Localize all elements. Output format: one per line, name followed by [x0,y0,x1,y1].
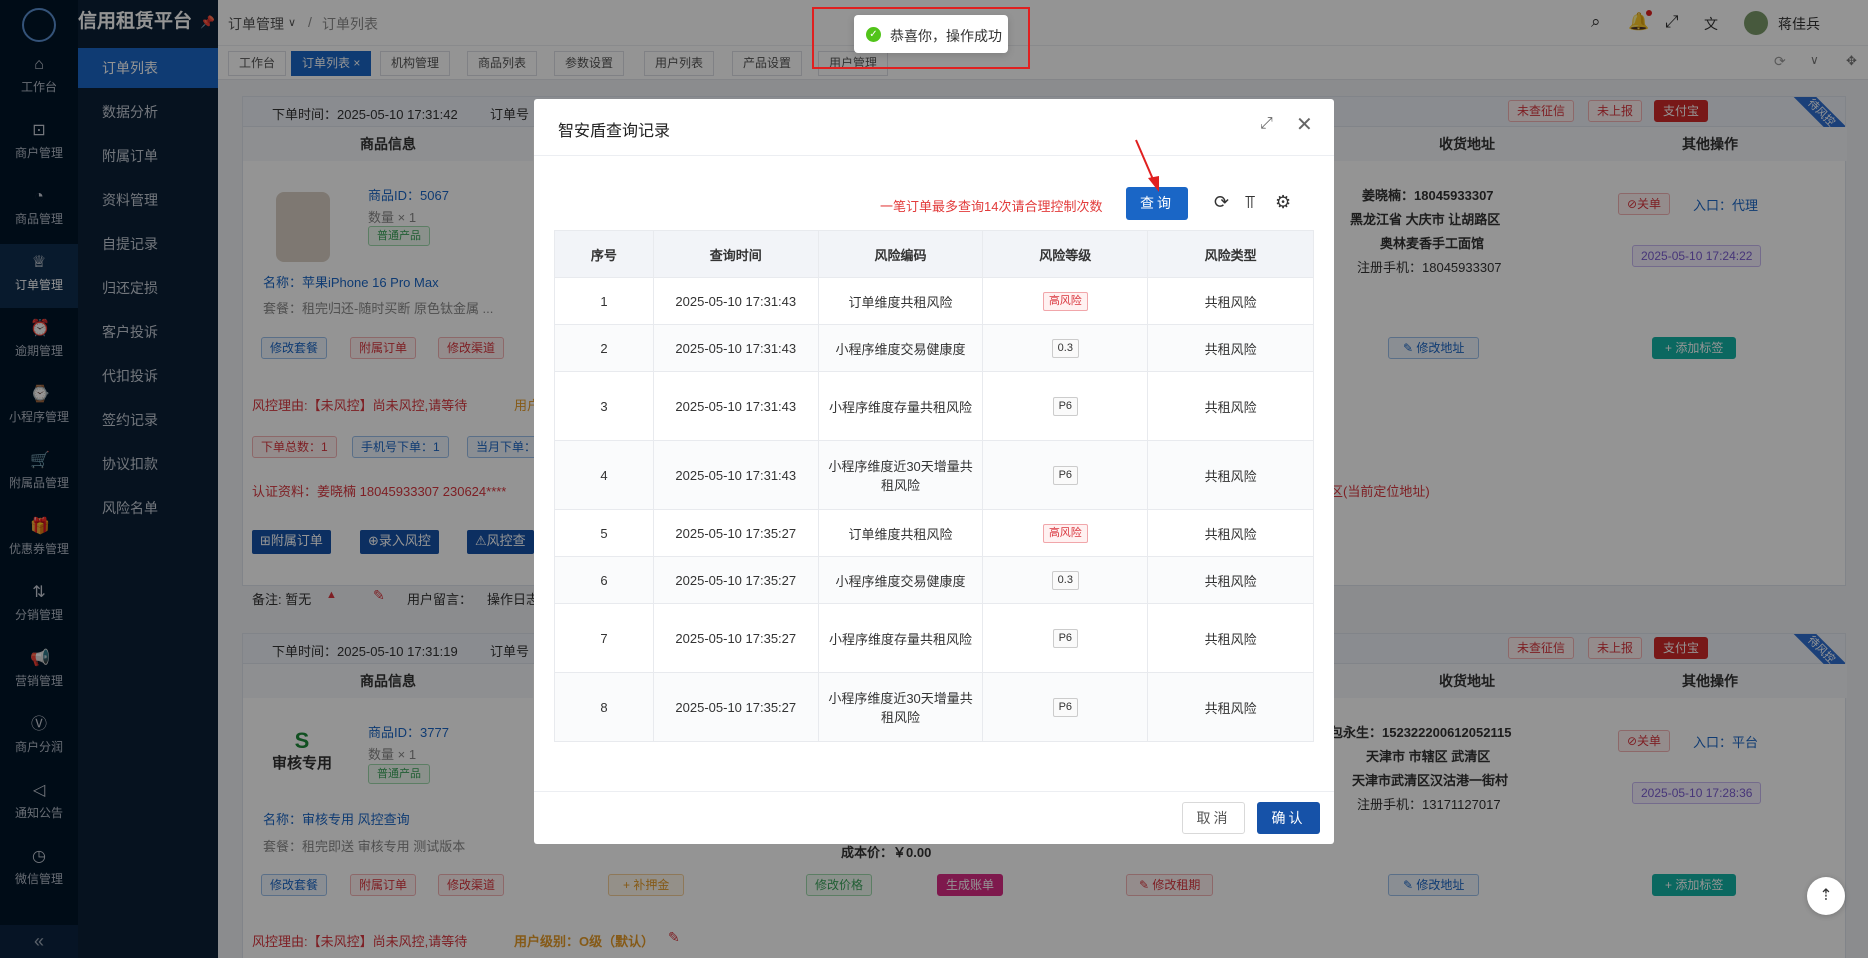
col-code: 风险编码 [817,230,984,278]
cell-no: 8 [554,672,654,742]
cell-no: 4 [554,440,654,510]
annotation-arrow [1135,139,1159,192]
dialog-title: 智安盾查询记录 [558,123,671,140]
refresh-icon[interactable]: ⟳ [1214,193,1229,211]
cell-time: 2025-05-10 17:35:27 [652,672,819,742]
cell-type: 共租风险 [1147,440,1314,510]
cell-no: 3 [554,371,654,441]
divider [534,791,1334,792]
cell-level: P6 [982,672,1149,742]
risk-level-badge: 0.3 [1051,570,1079,590]
query-record-table: 序号 查询时间 风险编码 风险等级 风险类型 1 2025-05-10 17:31… [554,230,1314,742]
cell-time: 2025-05-10 17:31:43 [652,371,819,441]
table-row: 3 2025-05-10 17:31:43 小程序维度存量共租风险 P6 共租风险 [554,371,1314,441]
cell-level: P6 [982,440,1149,510]
divider [534,155,1334,156]
cell-type: 共租风险 [1147,556,1314,604]
col-time: 查询时间 [652,230,819,278]
cell-type: 共租风险 [1147,672,1314,742]
highlight-box [812,7,1030,69]
cell-time: 2025-05-10 17:35:27 [652,509,819,557]
table-row: 2 2025-05-10 17:31:43 小程序维度交易健康度 0.3 共租风险 [554,324,1314,372]
cell-time: 2025-05-10 17:35:27 [652,556,819,604]
risk-level-badge: P6 [1052,396,1079,416]
cell-time: 2025-05-10 17:31:43 [652,277,819,325]
cell-level: 0.3 [982,324,1149,372]
cell-type: 共租风险 [1147,324,1314,372]
query-limit-hint: 一笔订单最多查询14次请合理控制次数 [880,199,1103,214]
maximize-icon[interactable]: ⤢ [1260,115,1273,133]
risk-level-badge: P6 [1052,628,1079,648]
cell-code: 订单维度共租风险 [817,509,984,557]
table-header-row: 序号 查询时间 风险编码 风险等级 风险类型 [554,230,1314,278]
cell-type: 共租风险 [1147,509,1314,557]
confirm-button[interactable]: 确认 [1257,802,1320,834]
cell-code: 小程序维度存量共租风险 [817,371,984,441]
col-type: 风险类型 [1147,230,1314,278]
cell-code: 订单维度共租风险 [817,277,984,325]
risk-level-badge: P6 [1052,697,1079,717]
cell-level: P6 [982,603,1149,673]
table-row: 4 2025-05-10 17:31:43 小程序维度近30天增量共租风险 P6 共租风… [554,440,1314,510]
cell-level: P6 [982,371,1149,441]
close-icon[interactable]: ✕ [1296,112,1313,137]
cell-type: 共租风险 [1147,371,1314,441]
table-row: 6 2025-05-10 17:35:27 小程序维度交易健康度 0.3 共租风险 [554,556,1314,604]
cell-no: 7 [554,603,654,673]
cell-no: 2 [554,324,654,372]
query-record-dialog: 智安盾查询记录 ⤢ ✕ 一笔订单最多查询14次请合理控制次数 查询 ⟳ ⫪ ⚙ … [534,99,1334,844]
table-row: 5 2025-05-10 17:35:27 订单维度共租风险 高风险 共租风险 [554,509,1314,557]
cell-level: 高风险 [982,509,1149,557]
cell-time: 2025-05-10 17:35:27 [652,603,819,673]
cell-no: 5 [554,509,654,557]
cell-code: 小程序维度交易健康度 [817,556,984,604]
risk-level-badge: 高风险 [1042,523,1088,543]
table-row: 7 2025-05-10 17:35:27 小程序维度存量共租风险 P6 共租风险 [554,603,1314,673]
cell-code: 小程序维度近30天增量共租风险 [817,440,984,510]
cell-time: 2025-05-10 17:31:43 [652,440,819,510]
cell-code: 小程序维度近30天增量共租风险 [817,672,984,742]
col-level: 风险等级 [982,230,1149,278]
column-height-icon[interactable]: ⫪ [1245,193,1255,211]
settings-icon[interactable]: ⚙ [1275,193,1291,211]
table-row: 8 2025-05-10 17:35:27 小程序维度近30天增量共租风险 P6 共租风… [554,672,1314,742]
cell-type: 共租风险 [1147,603,1314,673]
cell-code: 小程序维度交易健康度 [817,324,984,372]
col-no: 序号 [554,230,654,278]
risk-level-badge: 高风险 [1042,291,1088,311]
cell-code: 小程序维度存量共租风险 [817,603,984,673]
cell-type: 共租风险 [1147,277,1314,325]
cell-time: 2025-05-10 17:31:43 [652,324,819,372]
cell-no: 6 [554,556,654,604]
cell-level: 0.3 [982,556,1149,604]
cell-level: 高风险 [982,277,1149,325]
cancel-button[interactable]: 取消 [1182,802,1245,834]
back-to-top-icon[interactable]: ⇡ [1807,877,1845,915]
table-row: 1 2025-05-10 17:31:43 订单维度共租风险 高风险 共租风险 [554,277,1314,325]
cell-no: 1 [554,277,654,325]
risk-level-badge: P6 [1052,465,1079,485]
risk-level-badge: 0.3 [1051,338,1079,358]
